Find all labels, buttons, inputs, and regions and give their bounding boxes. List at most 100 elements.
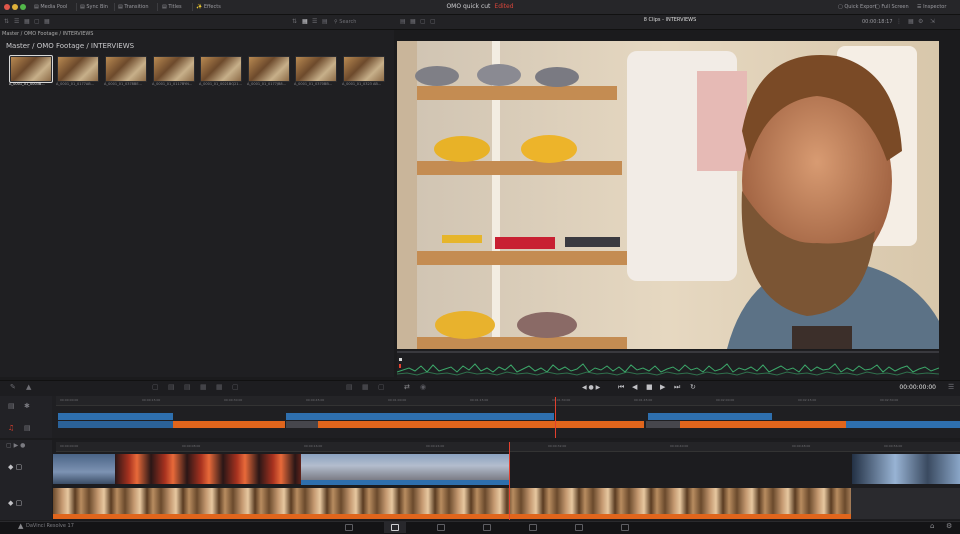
- ruler-tick: 00:00:40:00: [670, 444, 689, 448]
- audio-waveform-strip[interactable]: [396, 350, 940, 378]
- lock-icon[interactable]: ▲: [26, 380, 31, 395]
- list-icon[interactable]: ☰: [14, 15, 19, 29]
- minimize-window-button[interactable]: [12, 4, 18, 10]
- clip-thumbnail[interactable]: [295, 56, 337, 82]
- viewer-frame[interactable]: [397, 41, 939, 349]
- smart-insert-icon[interactable]: ▢: [152, 380, 159, 395]
- page-color-button[interactable]: [522, 521, 544, 533]
- upper-timeline-ruler[interactable]: [56, 396, 960, 406]
- sync-bin-tab[interactable]: ▤ Sync Bin: [80, 0, 108, 14]
- source-overwrite-icon[interactable]: ▢: [232, 380, 239, 395]
- viewer-timecode: 00:00:18:17: [862, 19, 893, 25]
- place-on-top-icon[interactable]: ▦: [216, 380, 223, 395]
- media-pool-tab[interactable]: ▤ Media Pool: [34, 0, 67, 14]
- track-tools-icon[interactable]: ▢ ▶ ●: [6, 442, 25, 449]
- settings-icon[interactable]: ⚙: [946, 522, 952, 530]
- play-button[interactable]: ▶: [660, 380, 665, 395]
- video-track-icon[interactable]: ▤: [24, 424, 31, 432]
- quick-export-button[interactable]: ▢ Quick Export: [838, 0, 876, 14]
- source-tape-icon[interactable]: ▤: [400, 15, 406, 29]
- titles-tab[interactable]: ▤ Titles: [162, 0, 182, 14]
- tools-icon[interactable]: ✎: [10, 380, 16, 395]
- loop-button[interactable]: ↻: [690, 380, 696, 395]
- gap-clip[interactable]: [286, 421, 318, 428]
- stop-button[interactable]: ■: [646, 380, 653, 395]
- viewer-expand-icon[interactable]: ⇲: [930, 15, 935, 29]
- search-button[interactable]: ⚲ Search: [334, 15, 356, 29]
- dynamic-zoom-icon[interactable]: ▢: [378, 380, 385, 395]
- audio-track-controls[interactable]: ◆ ▢: [8, 499, 22, 507]
- lower-playhead[interactable]: [509, 442, 510, 520]
- video-clip[interactable]: [286, 413, 555, 420]
- import-icon[interactable]: ⇅: [4, 15, 9, 29]
- fast-review-icon[interactable]: ⇄: [404, 380, 410, 395]
- clip-thumbnail[interactable]: [343, 56, 385, 82]
- clip-thumbnail[interactable]: [200, 56, 242, 82]
- page-fusion-button[interactable]: [476, 521, 498, 533]
- page-edit-button[interactable]: [430, 521, 452, 533]
- go-to-end-button[interactable]: ⏭: [674, 380, 680, 395]
- page-deliver-button[interactable]: [614, 521, 636, 533]
- sort-icon[interactable]: ⇅: [292, 15, 297, 29]
- video-clip[interactable]: [648, 413, 772, 420]
- source-clip-icon[interactable]: ▦: [410, 15, 416, 29]
- transitions-tab[interactable]: ▤ Transition: [118, 0, 149, 14]
- video-clip[interactable]: [58, 421, 173, 428]
- timeline-viewer-icon[interactable]: ▢: [420, 15, 426, 29]
- bin-icon[interactable]: ▢: [34, 15, 40, 29]
- interview-audio-bar[interactable]: [53, 514, 851, 519]
- video-clip-thumbnail[interactable]: [115, 454, 301, 484]
- video-track-controls[interactable]: ◆ ▢: [8, 463, 22, 471]
- close-up-icon[interactable]: ▦: [200, 380, 207, 395]
- audio-clip[interactable]: [173, 421, 285, 428]
- video-clip[interactable]: [846, 421, 960, 428]
- audio-clip[interactable]: [318, 421, 644, 428]
- clip-thumbnail[interactable]: [153, 56, 195, 82]
- grid-icon[interactable]: ▦: [24, 15, 30, 29]
- go-to-start-button[interactable]: ⏮: [618, 380, 624, 395]
- clip-thumbnail[interactable]: [248, 56, 290, 82]
- page-cut-button[interactable]: [384, 521, 406, 533]
- video-clip-thumbnail[interactable]: [53, 454, 115, 484]
- inspector-button[interactable]: ☰ Inspector: [917, 0, 946, 14]
- page-fairlight-button[interactable]: [568, 521, 590, 533]
- video-clip-thumbnail[interactable]: [852, 454, 960, 484]
- zoom-icon[interactable]: ▤: [8, 402, 15, 410]
- split-clip-icon[interactable]: ▤: [346, 380, 353, 395]
- viewer-options-icon[interactable]: ⋮: [896, 15, 902, 29]
- audio-clip[interactable]: [680, 421, 846, 428]
- effects-tab[interactable]: ✨ Effects: [196, 0, 221, 14]
- breadcrumb[interactable]: Master / OMO Footage / INTERVIEWS: [2, 31, 93, 37]
- thumbnail-view-icon[interactable]: ▦: [302, 15, 308, 29]
- append-icon[interactable]: ▤: [168, 380, 175, 395]
- safe-area-icon[interactable]: ▢: [430, 15, 436, 29]
- clip-name: A_0001_01_0370BB...: [294, 82, 333, 86]
- home-icon[interactable]: ⌂: [930, 522, 934, 530]
- gap-clip[interactable]: [646, 421, 680, 428]
- audio-track-icon[interactable]: ♫: [8, 424, 14, 432]
- full-screen-button[interactable]: ▢ Full Screen: [875, 0, 909, 14]
- timeline-options-icon[interactable]: ☰: [948, 380, 954, 395]
- upper-playhead[interactable]: [555, 397, 556, 438]
- play-reverse-button[interactable]: ◀: [632, 380, 637, 395]
- jog-shuttle-icon[interactable]: ◀ ● ▶: [582, 380, 600, 395]
- viewer-settings-icon[interactable]: ⚙: [918, 15, 923, 29]
- clip-thumbnail[interactable]: [9, 55, 53, 83]
- metadata-icon[interactable]: ▦: [44, 15, 50, 29]
- clip-thumbnail[interactable]: [105, 56, 147, 82]
- viewer-mode-icon[interactable]: ▦: [908, 15, 914, 29]
- list-view-icon[interactable]: ☰: [312, 15, 317, 29]
- video-clip[interactable]: [58, 413, 173, 420]
- video-clip-thumbnail[interactable]: [301, 454, 509, 480]
- trim-icon[interactable]: ▦: [362, 380, 369, 395]
- ripple-overwrite-icon[interactable]: ▤: [184, 380, 191, 395]
- audio-level-icon[interactable]: ◉: [420, 380, 426, 395]
- viewer-clip-title: 8 Clips - INTERVIEWS: [643, 17, 697, 23]
- filmstrip-view-icon[interactable]: ▤: [322, 15, 328, 29]
- clip-thumbnail[interactable]: [57, 56, 99, 82]
- snap-icon[interactable]: ✱: [24, 402, 30, 410]
- page-media-button[interactable]: [338, 521, 360, 533]
- maximize-window-button[interactable]: [20, 4, 26, 10]
- close-window-button[interactable]: [4, 4, 10, 10]
- interview-clip-thumbnail[interactable]: [53, 488, 851, 514]
